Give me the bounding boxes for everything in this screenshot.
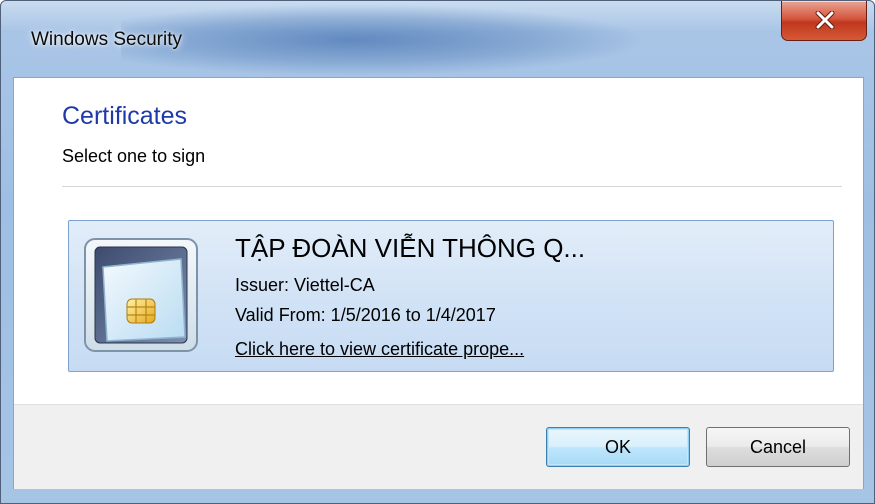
certificate-issuer: Issuer: Viettel-CA bbox=[235, 275, 375, 295]
view-certificate-properties-link[interactable]: Click here to view certificate prope... bbox=[235, 339, 524, 360]
divider bbox=[62, 186, 842, 187]
dialog-heading: Certificates bbox=[62, 102, 188, 130]
title-bar-glow bbox=[121, 5, 641, 75]
smart-card-icon bbox=[84, 238, 198, 352]
ok-button[interactable]: OK bbox=[546, 427, 690, 467]
cancel-button[interactable]: Cancel bbox=[706, 427, 850, 467]
windows-security-dialog: Windows Security Certificates Select one… bbox=[0, 0, 875, 504]
dialog-content: Certificates Select one to sign TẬP ĐOÀN… bbox=[13, 77, 864, 489]
certificate-item[interactable]: TẬP ĐOÀN VIỄN THÔNG Q... Issuer: Viettel… bbox=[68, 220, 834, 372]
window-title: Windows Security bbox=[31, 29, 182, 50]
dialog-footer: OK Cancel bbox=[14, 404, 863, 489]
close-button[interactable] bbox=[781, 1, 867, 41]
dialog-instruction: Select one to sign bbox=[62, 146, 206, 166]
certificate-name: TẬP ĐOÀN VIỄN THÔNG Q... bbox=[235, 233, 586, 263]
certificate-validity: Valid From: 1/5/2016 to 1/4/2017 bbox=[235, 305, 496, 325]
title-bar[interactable]: Windows Security bbox=[1, 1, 874, 77]
close-icon bbox=[815, 11, 835, 29]
